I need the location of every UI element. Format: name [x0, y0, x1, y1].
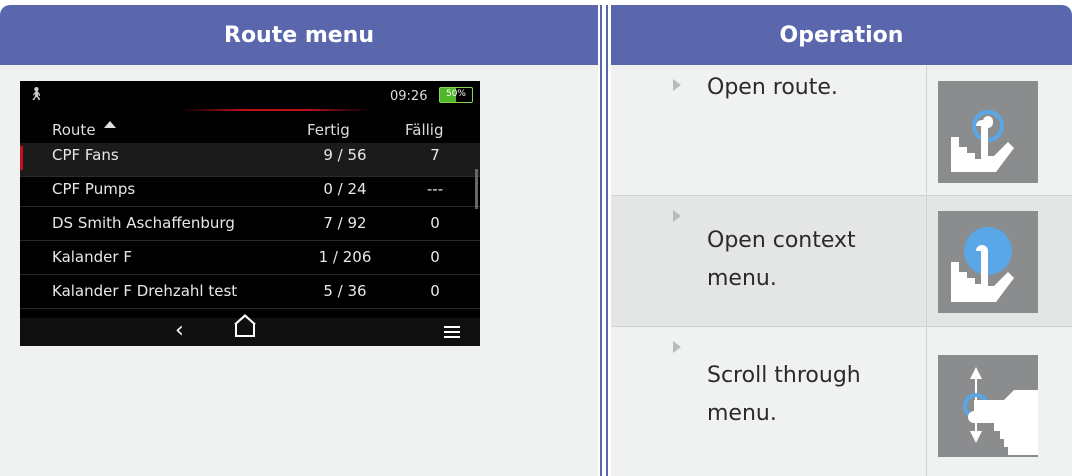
route-name: CPF Fans — [52, 146, 119, 164]
operation-text-line: Scroll through — [707, 363, 861, 388]
instruction-table: Route menu Operation 🚶︎ 09:26 50% Route … — [0, 0, 1072, 476]
hamburger-menu-icon[interactable] — [444, 326, 460, 338]
route-row[interactable]: CPF Pumps 0 / 24 --- — [20, 173, 480, 207]
route-row[interactable]: CPF Fans 9 / 56 7 — [20, 143, 480, 177]
operation-text-line: Open route. — [707, 75, 838, 100]
route-done: 9 / 56 — [323, 146, 367, 164]
operation-text: Open context menu. — [707, 222, 856, 298]
back-chevron-icon[interactable]: ‹ — [175, 318, 184, 343]
route-row[interactable]: DS Smith Aschaffenburg 7 / 92 0 — [20, 207, 480, 241]
column-done[interactable]: Fertig — [307, 121, 350, 139]
bullet-icon — [673, 79, 681, 91]
operation-text-line: Open context — [707, 228, 856, 253]
long-press-gesture-icon — [938, 211, 1038, 313]
icon-column-separator — [926, 65, 927, 476]
operation-text: Scroll through menu. — [707, 357, 861, 433]
operation-text-line: menu. — [707, 401, 777, 426]
bullet-icon — [673, 341, 681, 353]
scrollbar[interactable] — [475, 169, 478, 209]
route-due: 0 — [430, 248, 440, 266]
route-due: 0 — [430, 214, 440, 232]
route-name: Kalander F Drehzahl test — [52, 282, 238, 300]
tap-gesture-icon — [938, 81, 1038, 183]
column-due[interactable]: Fällig — [405, 121, 443, 139]
status-time: 09:26 — [390, 89, 428, 104]
column-route[interactable]: Route — [52, 121, 96, 139]
route-name: CPF Pumps — [52, 180, 136, 198]
bullet-icon — [673, 210, 681, 222]
battery-label: 50% — [445, 89, 466, 99]
walking-person-icon: 🚶︎ — [28, 87, 45, 102]
home-icon[interactable] — [234, 314, 256, 337]
sort-ascending-icon — [104, 121, 116, 128]
route-row[interactable]: Kalander F Drehzahl test 5 / 36 0 — [20, 275, 480, 309]
status-bar: 🚶︎ 09:26 50% — [20, 81, 480, 109]
route-due: 0 — [430, 282, 440, 300]
route-menu-header: Route menu — [0, 5, 598, 65]
navigation-bar: ‹ — [20, 314, 480, 346]
route-done: 1 / 206 — [318, 248, 372, 266]
route-due: --- — [426, 180, 444, 198]
route-name: DS Smith Aschaffenburg — [52, 214, 235, 232]
scroll-gesture-icon — [938, 355, 1038, 457]
route-due: 7 — [430, 146, 440, 164]
column-divider — [598, 5, 611, 476]
battery-icon: 50% — [439, 87, 473, 103]
device-screen: 🚶︎ 09:26 50% Route Fertig Fällig CPF Fan… — [20, 81, 480, 346]
route-done: 7 / 92 — [323, 214, 367, 232]
operation-header: Operation — [611, 5, 1072, 65]
route-name: Kalander F — [52, 248, 132, 266]
selection-indicator — [20, 146, 23, 170]
header-accent-line — [180, 109, 370, 111]
route-done: 5 / 36 — [323, 282, 367, 300]
operation-text-line: menu. — [707, 266, 777, 291]
operation-text: Open route. — [707, 69, 838, 107]
route-done: 0 / 24 — [323, 180, 367, 198]
route-row[interactable]: Kalander F 1 / 206 0 — [20, 241, 480, 275]
